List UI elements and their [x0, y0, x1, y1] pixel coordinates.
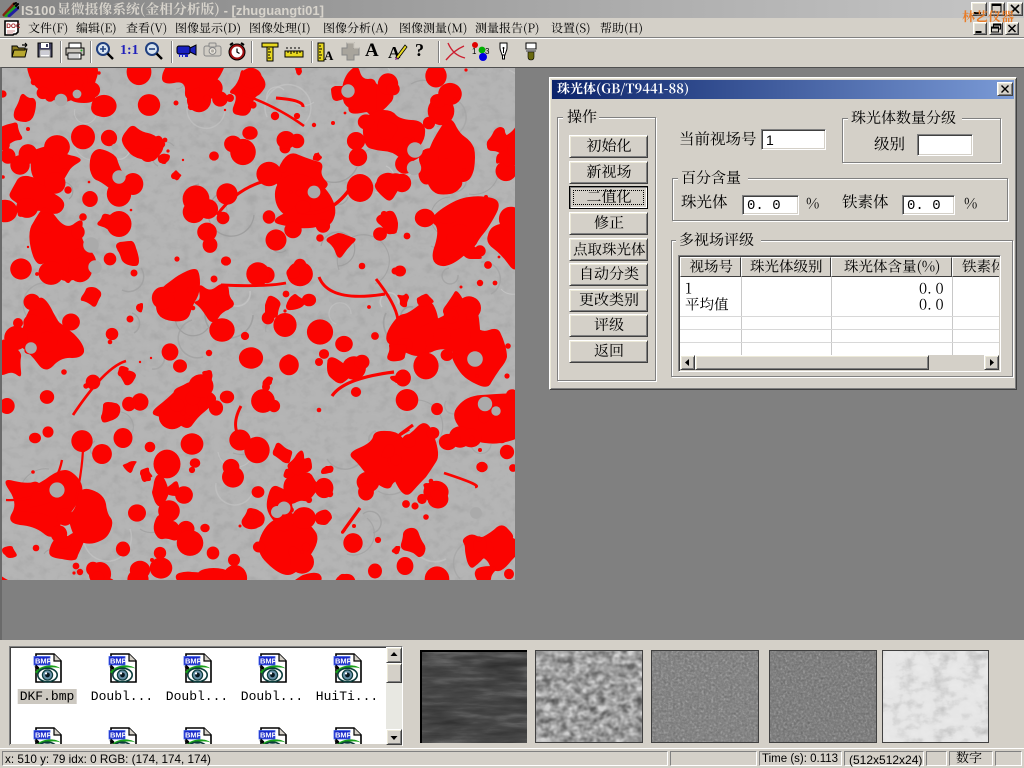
- svg-text:BMP: BMP: [335, 731, 352, 740]
- svg-text:DOC: DOC: [6, 23, 20, 30]
- svg-text:A: A: [388, 43, 401, 61]
- svg-text:BMP: BMP: [260, 731, 277, 740]
- svg-text:BMP: BMP: [35, 657, 52, 666]
- svg-text:BMP: BMP: [260, 657, 277, 666]
- svg-text:BMP: BMP: [110, 731, 127, 740]
- svg-text:BMP: BMP: [185, 657, 202, 666]
- svg-text:BMP: BMP: [35, 731, 52, 740]
- svg-text:BMP: BMP: [335, 657, 352, 666]
- svg-text:BMP: BMP: [185, 731, 202, 740]
- svg-text:A: A: [324, 48, 334, 63]
- svg-text:1: 1: [472, 47, 477, 56]
- svg-text:BMP: BMP: [110, 657, 127, 666]
